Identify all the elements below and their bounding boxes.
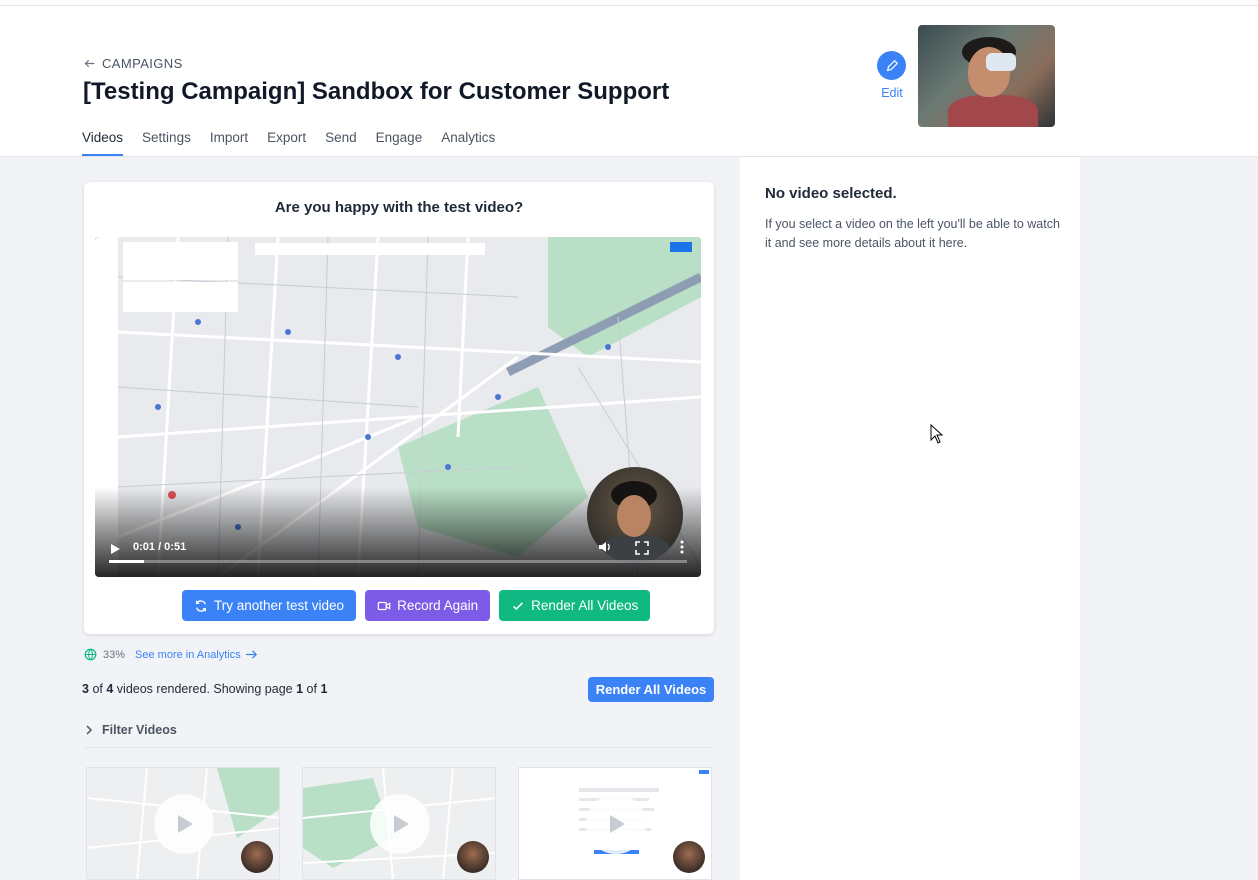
chevron-right-icon: [86, 725, 93, 735]
refresh-icon: [195, 599, 207, 612]
total-count: 4: [106, 682, 114, 696]
campaign-thumbnail[interactable]: [918, 25, 1055, 127]
volume-icon[interactable]: [597, 539, 613, 555]
filter-divider: [84, 747, 714, 748]
back-label: CAMPAIGNS: [102, 56, 183, 71]
filter-label: Filter Videos: [102, 723, 177, 737]
fullscreen-icon[interactable]: [635, 541, 649, 555]
stats-percent: 33%: [103, 648, 126, 661]
video-progress-bar[interactable]: [109, 560, 687, 563]
render-all-videos-primary-button[interactable]: Render All Videos: [588, 677, 714, 702]
edit-label: Edit: [881, 86, 903, 100]
video-thumbnail[interactable]: [518, 767, 712, 880]
panel-description: If you select a video on the left you'll…: [765, 217, 1060, 250]
campaign-stats: 33% See more in Analytics: [84, 648, 258, 661]
video-list: [86, 767, 712, 880]
tab-videos[interactable]: Videos: [82, 130, 124, 156]
test-video-card: Are you happy with the test video? 0:01 …: [84, 182, 714, 634]
tab-import[interactable]: Import: [210, 130, 248, 156]
current-page: 1: [296, 682, 304, 696]
arrow-right-icon: [245, 650, 257, 659]
edit-circle: [877, 51, 906, 80]
page-title: [Testing Campaign] Sandbox for Customer …: [83, 78, 670, 105]
test-video-question: Are you happy with the test video?: [274, 199, 524, 216]
render-all-label: Render All Videos: [531, 598, 639, 613]
play-button-overlay[interactable]: [370, 794, 430, 854]
play-icon[interactable]: [109, 543, 121, 555]
tab-analytics[interactable]: Analytics: [441, 130, 495, 156]
webcam-avatar: [673, 841, 705, 873]
filter-videos-toggle[interactable]: Filter Videos: [84, 723, 177, 737]
tab-send[interactable]: Send: [325, 130, 357, 156]
play-icon: [178, 815, 193, 833]
pencil-icon: [886, 59, 898, 71]
play-button-overlay[interactable]: [586, 794, 646, 854]
panel-title: No video selected.: [765, 185, 897, 202]
record-again-label: Record Again: [397, 598, 479, 613]
total-pages: 1: [320, 682, 328, 696]
webcam-avatar: [457, 841, 489, 873]
record-again-button[interactable]: Record Again: [365, 590, 491, 621]
video-thumbnail[interactable]: [86, 767, 280, 880]
video-time: 0:01 / 0:51: [133, 541, 187, 553]
globe-icon: [84, 648, 97, 661]
see-more-in-analytics-link[interactable]: See more in Analytics: [135, 648, 258, 661]
play-icon: [610, 815, 625, 833]
render-of-pages: of: [306, 682, 317, 696]
webcam-avatar: [241, 841, 273, 873]
try-another-test-video-button[interactable]: Try another test video: [182, 590, 357, 621]
tab-settings[interactable]: Settings: [142, 130, 191, 156]
rendered-count: 3: [82, 682, 89, 696]
play-button-overlay[interactable]: [154, 794, 214, 854]
analytics-link-label: See more in Analytics: [135, 648, 241, 661]
campaign-header: CAMPAIGNS [Testing Campaign] Sandbox for…: [0, 6, 1258, 157]
more-options-icon[interactable]: [677, 539, 687, 555]
arrow-left-icon: [84, 59, 95, 68]
back-to-campaigns-link[interactable]: CAMPAIGNS: [83, 56, 183, 71]
try-another-label: Try another test video: [214, 598, 345, 613]
tab-engage[interactable]: Engage: [376, 130, 423, 156]
video-details-panel: No video selected. If you select a video…: [740, 157, 1080, 880]
video-progress-fill: [109, 560, 144, 563]
render-all-videos-button[interactable]: Render All Videos: [499, 590, 651, 621]
tab-export[interactable]: Export: [267, 130, 306, 156]
video-camera-icon: [377, 601, 391, 610]
video-player[interactable]: 0:01 / 0:51: [95, 237, 701, 577]
render-status-mid: videos rendered. Showing page: [116, 682, 293, 696]
edit-button[interactable]: Edit: [877, 51, 907, 100]
play-icon: [394, 815, 409, 833]
test-video-actions: Try another test video Record Again Rend…: [182, 590, 651, 621]
mouse-cursor-icon: [930, 424, 944, 444]
render-status-text: 3 of 4 videos rendered. Showing page 1 o…: [82, 682, 327, 696]
video-thumbnail[interactable]: [302, 767, 496, 880]
render-of: of: [92, 682, 103, 696]
check-icon: [513, 601, 524, 610]
tab-bar: Videos Settings Import Export Send Engag…: [82, 130, 495, 156]
